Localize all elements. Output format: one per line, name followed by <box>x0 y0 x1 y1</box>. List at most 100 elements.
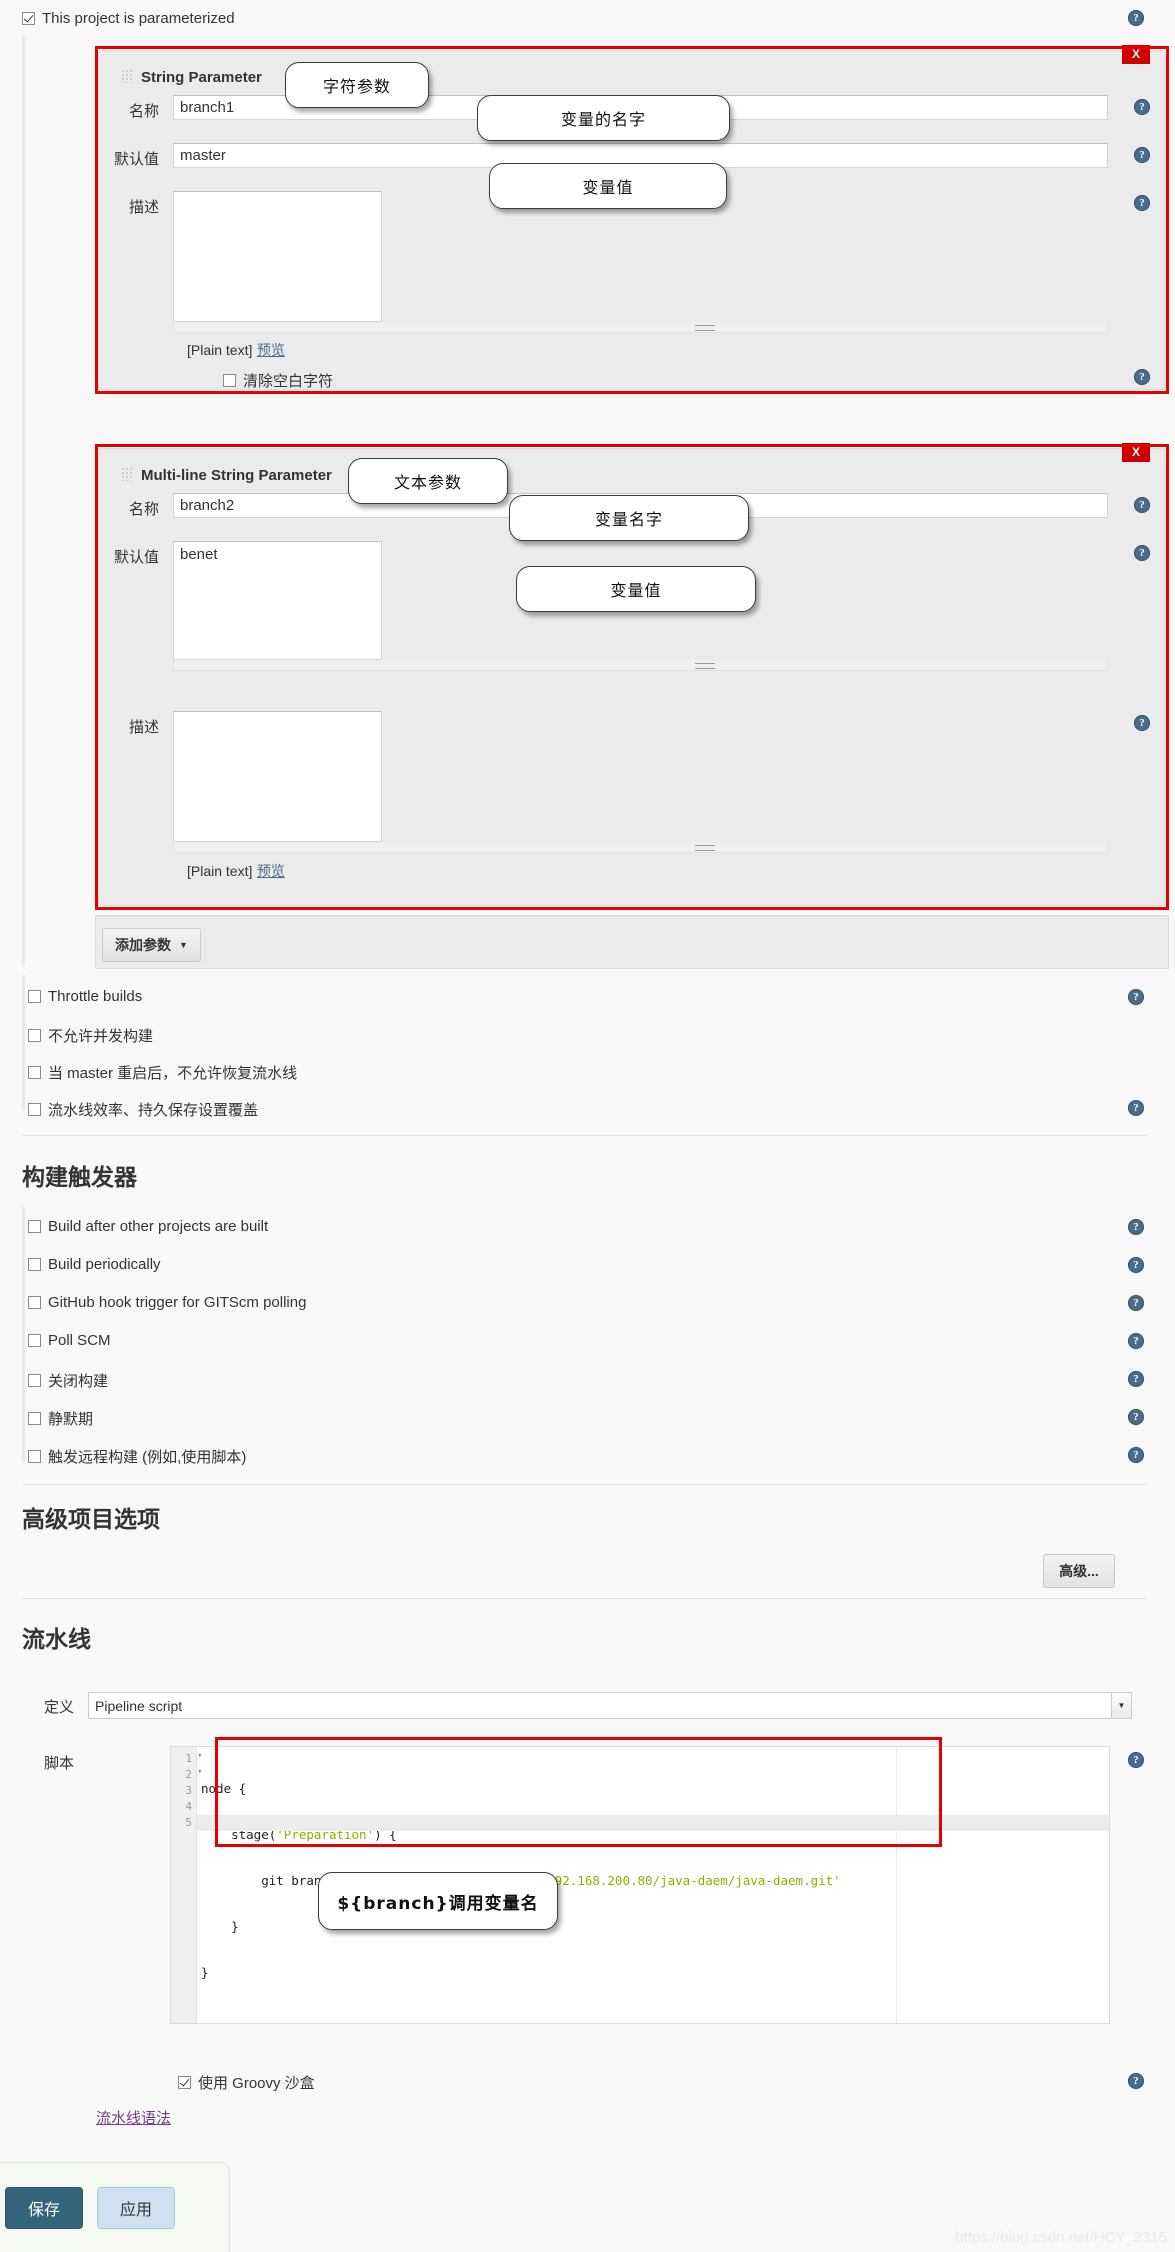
apply-button[interactable]: 应用 <box>97 2186 176 2229</box>
help-icon-param-name[interactable] <box>1134 99 1150 115</box>
help-icon-param2-default[interactable] <box>1134 545 1150 561</box>
pipeline-durability-checkbox[interactable] <box>28 1103 41 1116</box>
trigger-remote-build[interactable]: 触发远程构建 (例如,使用脚本) <box>28 1446 246 1467</box>
divider-3 <box>22 1598 1147 1599</box>
plain-text-label-2: [Plain text] <box>187 863 253 879</box>
param2-description-label: 描述 <box>128 719 159 736</box>
option-throttle-builds[interactable]: Throttle builds <box>28 988 142 1005</box>
help-icon-throttle-builds[interactable] <box>1128 989 1144 1005</box>
param-description-textarea[interactable] <box>173 191 382 322</box>
fold-icon-line-1[interactable]: ▾ <box>197 1751 205 1761</box>
remote-build-checkbox[interactable] <box>28 1450 41 1463</box>
option-no-resume-after-restart[interactable]: 当 master 重启后，不允许恢复流水线 <box>28 1062 297 1083</box>
build-periodically-label: Build periodically <box>48 1256 161 1273</box>
editor-active-line <box>171 1815 1109 1831</box>
github-hook-label: GitHub hook trigger for GITScm polling <box>48 1294 307 1311</box>
no-concurrent-builds-checkbox[interactable] <box>28 1029 41 1042</box>
trigger-disable-build[interactable]: 关闭构建 <box>28 1370 108 1391</box>
preview-link[interactable]: 预览 <box>257 342 285 358</box>
callout-variable-value-2: 变量值 <box>516 566 756 612</box>
pipeline-definition-value[interactable]: Pipeline script <box>88 1692 1132 1719</box>
fold-icon-line-2[interactable]: ▾ <box>197 1767 205 1777</box>
option-pipeline-speed-durability[interactable]: 流水线效率、持久保存设置覆盖 <box>28 1099 258 1120</box>
help-icon-param2-name[interactable] <box>1134 497 1150 513</box>
drag-handle-icon[interactable] <box>121 69 133 83</box>
pipeline-script-label: 脚本 <box>43 1755 74 1772</box>
no-concurrent-builds-label: 不允许并发构建 <box>48 1028 154 1045</box>
poll-scm-label: Poll SCM <box>48 1332 111 1349</box>
remote-build-label: 触发远程构建 (例如,使用脚本) <box>48 1449 247 1466</box>
github-hook-checkbox[interactable] <box>28 1296 41 1309</box>
build-after-other-projects-label: Build after other projects are built <box>48 1218 269 1235</box>
help-icon-poll-scm[interactable] <box>1128 1333 1144 1349</box>
trigger-build-periodically[interactable]: Build periodically <box>28 1256 161 1273</box>
help-icon-param2-description[interactable] <box>1134 715 1150 731</box>
advanced-button[interactable]: 高级... <box>1043 1554 1115 1588</box>
help-icon-build-after-other-projects[interactable] <box>1128 1219 1144 1235</box>
trigger-build-after-other-projects[interactable]: Build after other projects are built <box>28 1218 268 1235</box>
build-periodically-checkbox[interactable] <box>28 1258 41 1271</box>
plain-text-note-row-2: [Plain text] 预览 <box>187 861 285 881</box>
editor-print-margin <box>896 1747 897 2023</box>
trim-whitespace-checkbox[interactable] <box>223 374 236 387</box>
parameterized-checkbox[interactable] <box>22 12 35 25</box>
pipeline-script-editor[interactable]: 1 2 3 4 5 ▾ ▾ node { stage('Preparation'… <box>170 1746 1110 2024</box>
help-icon-param-description[interactable] <box>1134 195 1150 211</box>
chevron-down-icon-definition[interactable]: ▼ <box>1111 1693 1131 1718</box>
preview-link-2[interactable]: 预览 <box>257 863 285 879</box>
groovy-sandbox-row[interactable]: 使用 Groovy 沙盒 <box>178 2072 315 2093</box>
help-icon-pipeline-durability[interactable] <box>1128 1100 1144 1116</box>
help-icon-github-hook[interactable] <box>1128 1295 1144 1311</box>
help-icon-groovy-sandbox[interactable] <box>1128 2073 1144 2089</box>
param2-description-resize-grip[interactable] <box>173 842 1108 853</box>
pipeline-heading: 流水线 <box>22 1626 91 1652</box>
help-icon-param-default[interactable] <box>1134 147 1150 163</box>
left-rail-top <box>22 36 25 966</box>
parameterized-label: This project is parameterized <box>42 10 235 27</box>
help-icon-remote-build[interactable] <box>1128 1447 1144 1463</box>
callout-variable-name-2: 变量名字 <box>509 495 749 541</box>
quiet-period-checkbox[interactable] <box>28 1412 41 1425</box>
callout-branch-variable: ${branch}调用变量名 <box>318 1872 558 1930</box>
callout-variable-value: 变量值 <box>489 163 727 209</box>
parameter-type-title: String Parameter <box>141 69 262 86</box>
quiet-period-label: 静默期 <box>48 1411 94 1428</box>
throttle-builds-label: Throttle builds <box>48 988 143 1005</box>
build-triggers-heading: 构建触发器 <box>22 1164 137 1190</box>
help-icon-trim-whitespace[interactable] <box>1134 369 1150 385</box>
trigger-quiet-period[interactable]: 静默期 <box>28 1408 93 1429</box>
watermark: https://blog.csdn.net/HCY_2315 <box>955 2229 1167 2246</box>
editor-gutter: 1 2 3 4 5 <box>171 1747 197 2023</box>
disable-build-label: 关闭构建 <box>48 1373 109 1390</box>
add-parameter-button[interactable]: 添加参数 ▼ <box>102 928 201 962</box>
help-icon-quiet-period[interactable] <box>1128 1409 1144 1425</box>
disable-build-checkbox[interactable] <box>28 1374 41 1387</box>
description-resize-grip[interactable] <box>173 322 1108 333</box>
no-resume-checkbox[interactable] <box>28 1066 41 1079</box>
build-after-other-projects-checkbox[interactable] <box>28 1220 41 1233</box>
param2-default-textarea[interactable]: benet <box>173 541 382 660</box>
save-button[interactable]: 保存 <box>5 2186 84 2229</box>
pipeline-definition-label: 定义 <box>43 1699 74 1716</box>
trigger-github-hook[interactable]: GitHub hook trigger for GITScm polling <box>28 1294 306 1311</box>
delete-parameter-button-2[interactable]: X <box>1122 443 1150 462</box>
throttle-builds-checkbox[interactable] <box>28 990 41 1003</box>
pipeline-definition-select[interactable]: Pipeline script ▼ <box>88 1692 1132 1719</box>
delete-parameter-button[interactable]: X <box>1122 45 1150 64</box>
trim-whitespace-label: 清除空白字符 <box>243 373 334 390</box>
drag-handle-icon-2[interactable] <box>121 467 133 481</box>
option-no-concurrent-builds[interactable]: 不允许并发构建 <box>28 1025 153 1046</box>
help-icon-parameterized[interactable] <box>1128 10 1144 26</box>
form-footer-bar: 保存 应用 <box>0 2162 230 2252</box>
param2-default-resize-grip[interactable] <box>173 660 1108 671</box>
trigger-poll-scm[interactable]: Poll SCM <box>28 1332 111 1349</box>
pipeline-syntax-link[interactable]: 流水线语法 <box>96 2107 171 2128</box>
poll-scm-checkbox[interactable] <box>28 1334 41 1347</box>
help-icon-disable-build[interactable] <box>1128 1371 1144 1387</box>
help-icon-pipeline-script[interactable] <box>1128 1752 1144 1768</box>
parameterized-checkbox-row[interactable]: This project is parameterized <box>22 10 235 27</box>
param2-description-textarea[interactable] <box>173 711 382 842</box>
help-icon-build-periodically[interactable] <box>1128 1257 1144 1273</box>
trim-whitespace-row[interactable]: 清除空白字符 <box>223 370 333 391</box>
groovy-sandbox-checkbox[interactable] <box>178 2076 191 2089</box>
